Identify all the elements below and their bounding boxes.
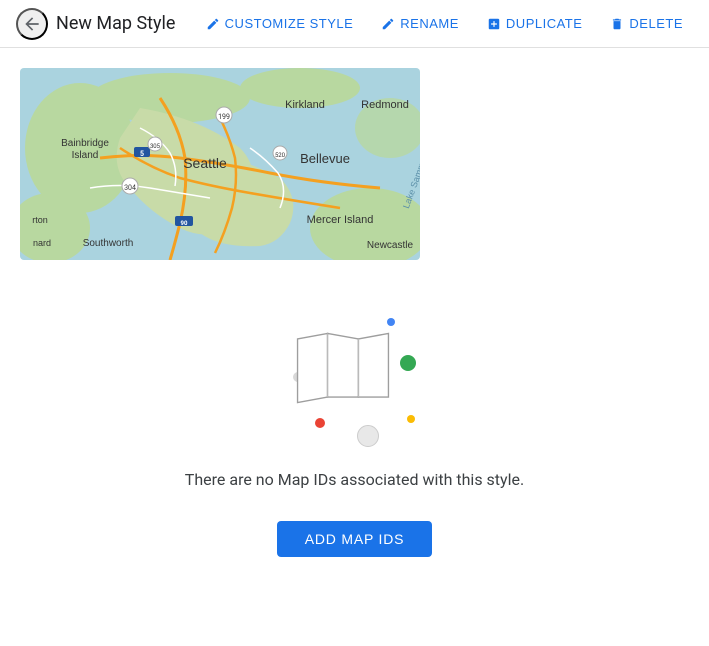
folded-map-icon bbox=[293, 330, 393, 406]
svg-text:5: 5 bbox=[140, 150, 144, 158]
customize-style-button[interactable]: CUSTOMIZE STYLE bbox=[196, 10, 364, 37]
empty-message: There are no Map IDs associated with thi… bbox=[185, 470, 524, 489]
delete-label: DELETE bbox=[629, 16, 683, 31]
duplicate-button[interactable]: DUPLICATE bbox=[477, 10, 593, 37]
page-title: New Map Style bbox=[56, 13, 175, 34]
svg-text:Island: Island bbox=[72, 150, 99, 161]
svg-text:Mercer Island: Mercer Island bbox=[307, 214, 374, 226]
add-map-ids-button[interactable]: ADD MAP IDS bbox=[277, 521, 433, 557]
svg-text:Southworth: Southworth bbox=[83, 238, 134, 249]
rename-label: RENAME bbox=[400, 16, 459, 31]
svg-text:Seattle: Seattle bbox=[183, 155, 227, 171]
empty-state: There are no Map IDs associated with thi… bbox=[20, 300, 689, 557]
dot-green bbox=[400, 355, 416, 371]
back-button[interactable] bbox=[16, 8, 48, 40]
svg-text:Bainbridge: Bainbridge bbox=[61, 138, 109, 149]
delete-button[interactable]: DELETE bbox=[600, 10, 693, 37]
duplicate-label: DUPLICATE bbox=[506, 16, 583, 31]
toolbar: New Map Style CUSTOMIZE STYLE RENAME DUP… bbox=[0, 0, 709, 48]
svg-text:305: 305 bbox=[150, 143, 161, 150]
dot-blue bbox=[387, 318, 395, 326]
map-illustration bbox=[275, 300, 435, 450]
map-preview: 5 90 199 304 305 520 Bainbridge Island S… bbox=[20, 68, 420, 260]
dot-light-1 bbox=[357, 425, 379, 447]
svg-text:199: 199 bbox=[218, 113, 230, 121]
svg-text:520: 520 bbox=[275, 152, 286, 159]
svg-text:Redmond: Redmond bbox=[361, 99, 409, 111]
svg-text:Kirkland: Kirkland bbox=[285, 99, 325, 111]
customize-style-label: CUSTOMIZE STYLE bbox=[225, 16, 354, 31]
rename-button[interactable]: RENAME bbox=[371, 10, 469, 37]
main-content: 5 90 199 304 305 520 Bainbridge Island S… bbox=[0, 48, 709, 597]
dot-yellow bbox=[407, 415, 415, 423]
svg-text:304: 304 bbox=[124, 184, 136, 192]
svg-text:90: 90 bbox=[181, 220, 188, 227]
svg-text:rton: rton bbox=[32, 215, 48, 225]
svg-text:nard: nard bbox=[33, 238, 51, 248]
dot-red bbox=[315, 418, 325, 428]
svg-text:Newcastle: Newcastle bbox=[367, 240, 414, 251]
svg-text:Bellevue: Bellevue bbox=[300, 151, 350, 166]
